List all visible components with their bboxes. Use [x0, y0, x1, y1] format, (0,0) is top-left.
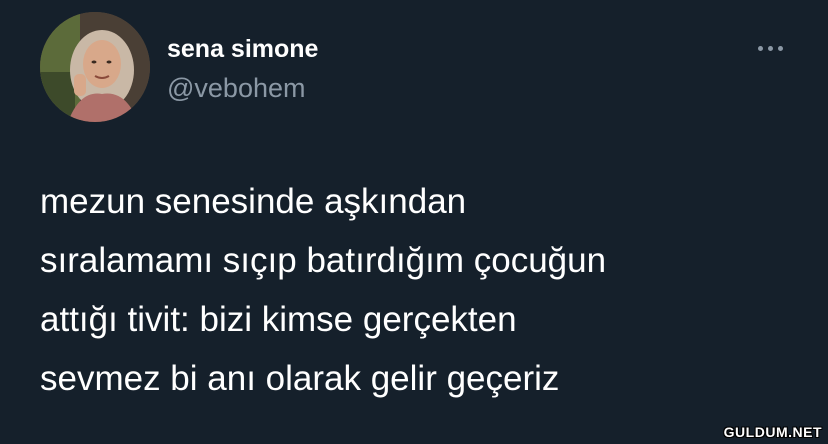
tweet-text-line: sıralamamı sıçıp batırdığım çocuğun	[40, 241, 607, 280]
avatar-image	[40, 12, 150, 122]
more-horizontal-icon-dot	[767, 45, 773, 51]
display-name[interactable]: sena simone	[167, 34, 318, 64]
tweet-text-line: sevmez bi anı olarak gelir geçeriz	[40, 359, 560, 398]
avatar[interactable]	[40, 12, 150, 122]
more-options-button[interactable]	[750, 34, 790, 62]
tweet-text-line: attığı tivit: bizi kimse gerçekten	[40, 300, 517, 339]
tweet-text-line: mezun senesinde aşkından	[40, 182, 467, 221]
more-horizontal-icon-dot	[777, 45, 783, 51]
user-handle[interactable]: @vebohem	[167, 72, 305, 104]
watermark: GULDUM.NET	[723, 424, 822, 440]
tweet-text: mezun senesinde aşkından sıralamamı sıçı…	[40, 172, 800, 408]
more-horizontal-icon	[757, 45, 763, 51]
tweet-card: sena simone @vebohem mezun senesinde aşk…	[0, 0, 828, 444]
